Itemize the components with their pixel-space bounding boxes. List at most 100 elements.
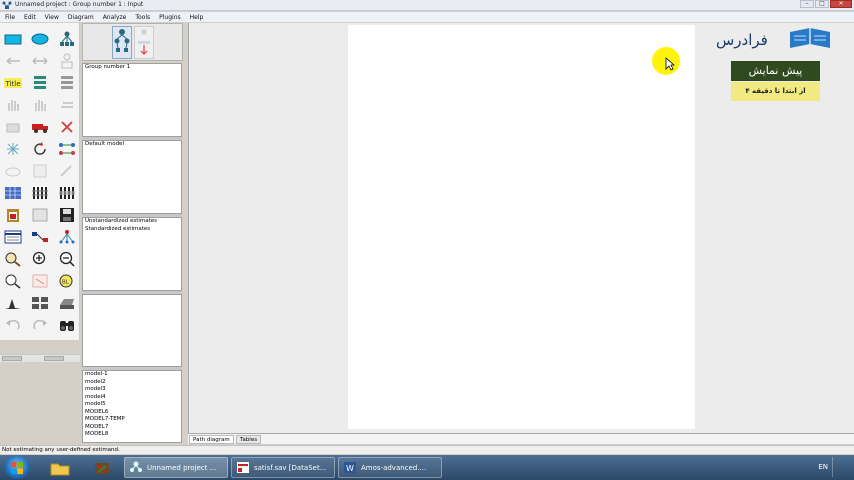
view-toggle-strip	[82, 23, 183, 61]
window-controls: – □ ✕	[800, 0, 852, 9]
title-tool-icon[interactable]: Title	[2, 74, 24, 92]
toolbox-scroll-thumb[interactable]	[2, 356, 22, 361]
scroll-icon[interactable]	[29, 162, 51, 180]
print-icon[interactable]	[56, 294, 78, 312]
loupe-icon[interactable]: BL	[56, 272, 78, 290]
model-list-item[interactable]: MODEL8	[83, 431, 181, 439]
move-truck-icon[interactable]	[29, 118, 51, 136]
status-bar: Not estimating any user-defined estimand…	[0, 445, 854, 454]
taskbar-task-label: Unnamed project ...	[147, 463, 217, 472]
model-list-item[interactable]: model4	[83, 394, 181, 402]
menu-tools[interactable]: Tools	[135, 14, 150, 21]
maximize-button[interactable]: □	[815, 0, 829, 8]
diagram-page[interactable]	[348, 25, 695, 429]
drag-properties-icon[interactable]	[29, 228, 51, 246]
ellipse-tool-icon[interactable]	[29, 30, 51, 48]
title-bar: Unnamed project : Group number 1 : Input…	[0, 0, 854, 11]
menu-analyze[interactable]: Analyze	[103, 14, 127, 21]
close-button[interactable]: ✕	[830, 0, 852, 8]
model-list-item[interactable]: model3	[83, 386, 181, 394]
window-title: Unnamed project : Group number 1 : Input	[15, 1, 144, 8]
svg-text:W: W	[346, 464, 354, 473]
estimates-panel: Unstandardized estimates Standardized es…	[82, 217, 182, 291]
view-page-icon[interactable]	[2, 272, 24, 290]
menu-bar: File Edit View Diagram Analyze Tools Plu…	[0, 12, 854, 22]
amos-task-icon	[130, 461, 142, 472]
model-list-item[interactable]: model5	[83, 401, 181, 409]
copy-to-clipboard-icon[interactable]	[2, 206, 24, 224]
shape-change-icon[interactable]	[2, 140, 24, 158]
reflect-icon[interactable]	[56, 140, 78, 158]
erase-icon[interactable]	[56, 118, 78, 136]
model-list-item[interactable]: model2	[83, 379, 181, 387]
estimate-option[interactable]: Standardized estimates	[83, 226, 181, 234]
redo-icon[interactable]	[29, 316, 51, 334]
list-data-variables-icon[interactable]	[56, 74, 78, 92]
taskbar-task-label: satisf.sav [DataSet...	[254, 463, 327, 472]
touch-up-icon[interactable]	[56, 162, 78, 180]
model-list-item[interactable]: MODEL6	[83, 409, 181, 417]
mouse-pointer-icon	[665, 57, 675, 71]
computation-summary-panel	[82, 294, 182, 367]
deselect-hand-icon[interactable]	[56, 96, 78, 114]
windows-taskbar: Unnamed project ... satisf.sav [DataSet.…	[0, 455, 854, 480]
word-task-icon: W	[344, 462, 356, 473]
model-list-item[interactable]: MODEL7-TEMP	[83, 416, 181, 424]
zoom-in-icon[interactable]	[29, 250, 51, 268]
tab-path-diagram[interactable]: Path diagram	[189, 435, 234, 444]
start-button[interactable]	[4, 456, 30, 479]
tab-tables[interactable]: Tables	[236, 435, 262, 444]
model-list-item[interactable]: MODEL7	[83, 424, 181, 432]
taskbar-spss-window[interactable]: satisf.sav [DataSet...	[231, 457, 335, 478]
rotate-icon[interactable]	[29, 140, 51, 158]
app-launcher-icon[interactable]	[86, 457, 118, 478]
degrees-of-freedom-icon[interactable]	[2, 294, 24, 312]
unique-variable-icon[interactable]	[56, 52, 78, 70]
fit-to-page-icon[interactable]	[29, 272, 51, 290]
preserve-symmetries-icon[interactable]	[56, 228, 78, 246]
menu-help[interactable]: Help	[190, 14, 204, 21]
zoom-select-icon[interactable]	[2, 250, 24, 268]
menu-plugins[interactable]: Plugins	[159, 14, 181, 21]
select-all-hand-icon[interactable]	[29, 96, 51, 114]
file-explorer-icon[interactable]	[44, 457, 76, 478]
windows-logo-icon	[11, 461, 23, 474]
model-list-item[interactable]: model-1	[83, 371, 181, 379]
move-parameter-icon[interactable]	[2, 162, 24, 180]
undo-icon[interactable]	[2, 316, 24, 334]
multiple-group-icon[interactable]	[29, 294, 51, 312]
rectangle-tool-icon[interactable]	[2, 30, 24, 48]
double-arrow-icon[interactable]	[29, 52, 51, 70]
list-variables-icon[interactable]	[29, 74, 51, 92]
menu-file[interactable]: File	[5, 14, 15, 21]
menu-view[interactable]: View	[45, 14, 59, 21]
toolbox-scrollbar[interactable]	[0, 354, 80, 362]
menu-edit[interactable]: Edit	[24, 14, 36, 21]
drawing-area[interactable]: فرادرس پیش نمایش از ابتدا تا دقیقه ۴	[188, 23, 854, 433]
duplicate-icon[interactable]	[2, 118, 24, 136]
calculate-estimates-icon[interactable]	[56, 184, 78, 202]
taskbar-word-window[interactable]: W Amos-advanced....	[338, 457, 442, 478]
data-files-icon[interactable]	[2, 184, 24, 202]
analysis-properties-icon[interactable]	[29, 184, 51, 202]
toolbox: Title BL	[0, 23, 80, 362]
save-icon[interactable]	[56, 206, 78, 224]
view-text-icon[interactable]	[29, 206, 51, 224]
zoom-out-icon[interactable]	[56, 250, 78, 268]
toolbox-scroll-thumb-2[interactable]	[44, 356, 64, 361]
show-desktop-area[interactable]	[832, 457, 852, 477]
minimize-button[interactable]: –	[800, 0, 814, 8]
single-arrow-icon[interactable]	[2, 52, 24, 70]
specification-search-icon[interactable]	[56, 316, 78, 334]
estimate-option[interactable]: Unstandardized estimates	[83, 218, 181, 226]
view-input-path-diagram-icon[interactable]	[112, 26, 132, 59]
model-item[interactable]: Default model	[83, 141, 181, 149]
menu-diagram[interactable]: Diagram	[68, 14, 94, 21]
taskbar-amos-window[interactable]: Unnamed project ...	[124, 457, 228, 478]
group-item[interactable]: Group number 1	[83, 64, 181, 72]
indicator-tool-icon[interactable]	[56, 30, 78, 48]
select-one-hand-icon[interactable]	[2, 96, 24, 114]
language-indicator[interactable]: EN	[818, 463, 828, 471]
object-properties-icon[interactable]	[2, 228, 24, 246]
view-output-path-diagram-icon[interactable]	[134, 26, 154, 59]
